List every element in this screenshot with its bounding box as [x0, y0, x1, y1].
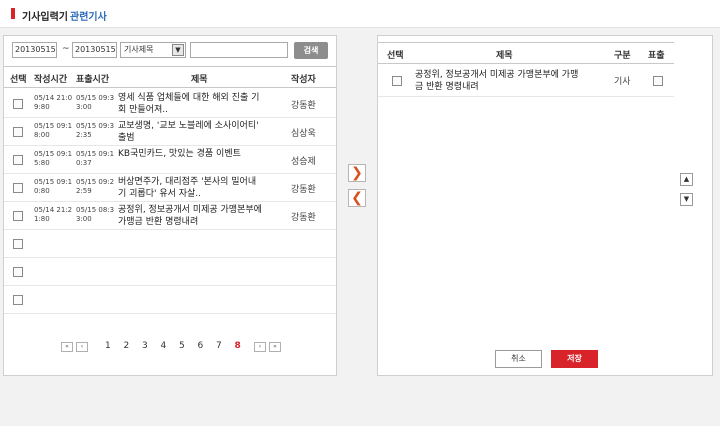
article-writer: 강동환	[291, 101, 316, 111]
article-title[interactable]: 버상면주가, 대리점주 '본사의 밀어내 기 괴롭다' 유서 자살..	[118, 176, 288, 200]
col-select: 선택	[10, 75, 27, 85]
prev-page-button[interactable]: ‹	[76, 342, 88, 352]
row-checkbox[interactable]	[392, 76, 402, 86]
article-writer: 강동환	[291, 185, 316, 195]
cancel-button[interactable]: 취소	[495, 350, 542, 368]
created-time: 05/15 09:1 5:80	[34, 150, 73, 167]
right-table-header: 선택 제목 구분 표출	[378, 42, 674, 64]
start-date-input[interactable]: 20130515	[12, 42, 57, 58]
row-checkbox[interactable]	[13, 295, 23, 305]
article-title: 공정위, 정보공개서 미제공 가맹본부에 가맹 금 반환 명령내려	[415, 70, 579, 92]
date-range-separator: ~	[62, 44, 70, 54]
published-time: 05/15 09:2 2:59	[76, 178, 115, 195]
page-number[interactable]: 3	[142, 341, 148, 351]
table-row[interactable]	[4, 230, 336, 258]
last-page-button[interactable]: »	[269, 342, 281, 352]
table-row[interactable]: 05/14 21:0 9:80 05/15 09:3 3:00 영세 식품 업체들에…	[4, 90, 336, 118]
col-title: 제목	[496, 51, 513, 61]
article-title[interactable]: 교보생명, '교보 노블레에 소사이어티' 출범	[118, 120, 288, 144]
save-button[interactable]: 저장	[551, 350, 598, 368]
col-select: 선택	[387, 51, 404, 61]
row-checkbox[interactable]	[13, 211, 23, 221]
search-bar: 20130515 ~ 20130515 기사제목 ▼ 검색	[12, 42, 330, 60]
chevron-down-icon[interactable]: ▼	[172, 44, 184, 56]
first-page-button[interactable]: «	[61, 342, 73, 352]
page-number[interactable]: 5	[179, 341, 185, 351]
created-time: 05/14 21:0 9:80	[34, 94, 73, 111]
page-number[interactable]: 6	[198, 341, 204, 351]
search-button[interactable]: 검색	[294, 42, 328, 59]
article-writer: 성승제	[291, 157, 316, 167]
article-title[interactable]: 공정위, 정보공개서 미제공 가맹본부에 가맹금 반환 명령내려	[118, 204, 288, 228]
article-title[interactable]: 영세 식품 업체들에 대한 해외 진출 기 회 만들어져..	[118, 92, 288, 116]
row-checkbox[interactable]	[13, 183, 23, 193]
arrow-up-icon[interactable]: ▲	[680, 173, 693, 186]
table-row[interactable]: 공정위, 정보공개서 미제공 가맹본부에 가맹 금 반환 명령내려 기사	[378, 65, 674, 97]
published-time: 05/15 09:3 2:35	[76, 122, 115, 139]
chevron-right-icon[interactable]: ❯	[348, 164, 366, 182]
row-checkbox[interactable]	[13, 267, 23, 277]
col-created: 작성시간	[34, 75, 68, 85]
display-checkbox[interactable]	[653, 76, 663, 86]
created-time: 05/15 09:1 0:80	[34, 178, 73, 195]
col-writer: 작성자	[291, 75, 316, 85]
created-time: 05/14 21:2 1:80	[34, 206, 73, 223]
next-page-button[interactable]: ›	[254, 342, 266, 352]
article-writer: 심상욱	[291, 129, 316, 139]
row-checkbox[interactable]	[13, 99, 23, 109]
page-number[interactable]: 8	[235, 341, 241, 351]
search-field-value: 기사제목	[124, 45, 154, 54]
page-number[interactable]: 1	[105, 341, 111, 351]
page-subtitle[interactable]: 관련기사	[70, 8, 107, 23]
title-marker-icon	[11, 8, 15, 19]
page-number[interactable]: 2	[124, 341, 130, 351]
col-title: 제목	[191, 75, 208, 85]
col-display: 표출	[648, 51, 665, 61]
table-row[interactable]: 05/15 09:1 5:80 05/15 09:1 0:37 KB국민카드, 맛있…	[4, 146, 336, 174]
left-table-header: 선택 작성시간 표출시간 제목 작성자	[4, 66, 336, 88]
related-articles-panel: 선택 제목 구분 표출 공정위, 정보공개서 미제공 가맹본부에 가맹 금 반환…	[377, 35, 713, 376]
end-date-input[interactable]: 20130515	[72, 42, 117, 58]
created-time: 05/15 09:1 8:00	[34, 122, 73, 139]
table-row[interactable]	[4, 286, 336, 314]
keyword-input[interactable]	[190, 42, 288, 58]
page-number[interactable]: 7	[216, 341, 222, 351]
row-checkbox[interactable]	[13, 155, 23, 165]
article-writer: 강동환	[291, 213, 316, 223]
row-checkbox[interactable]	[13, 239, 23, 249]
article-title[interactable]: KB국민카드, 맛있는 경품 이벤트	[118, 148, 288, 160]
top-bar: 기사입력기 관련기사	[0, 0, 720, 28]
published-time: 05/15 09:1 0:37	[76, 150, 115, 167]
chevron-left-icon[interactable]: ❮	[348, 189, 366, 207]
col-published: 표출시간	[76, 75, 110, 85]
article-search-panel: 20130515 ~ 20130515 기사제목 ▼ 검색 선택 작성시간 표출…	[3, 35, 337, 376]
page-number[interactable]: 4	[161, 341, 167, 351]
search-field-select[interactable]: 기사제목 ▼	[120, 42, 186, 58]
page-title: 기사입력기	[22, 12, 68, 23]
col-type: 구분	[614, 51, 631, 61]
table-row[interactable]	[4, 258, 336, 286]
article-type: 기사	[614, 77, 631, 87]
table-row[interactable]: 05/15 09:1 0:80 05/15 09:2 2:59 버상면주가, 대리점…	[4, 174, 336, 202]
published-time: 05/15 09:3 3:00	[76, 94, 115, 111]
table-row[interactable]: 05/14 21:2 1:80 05/15 08:3 3:00 공정위, 정보공개서…	[4, 202, 336, 230]
arrow-down-icon[interactable]: ▼	[680, 193, 693, 206]
table-row[interactable]: 05/15 09:1 8:00 05/15 09:3 2:35 교보생명, '교보 …	[4, 118, 336, 146]
published-time: 05/15 08:3 3:00	[76, 206, 115, 223]
row-checkbox[interactable]	[13, 127, 23, 137]
